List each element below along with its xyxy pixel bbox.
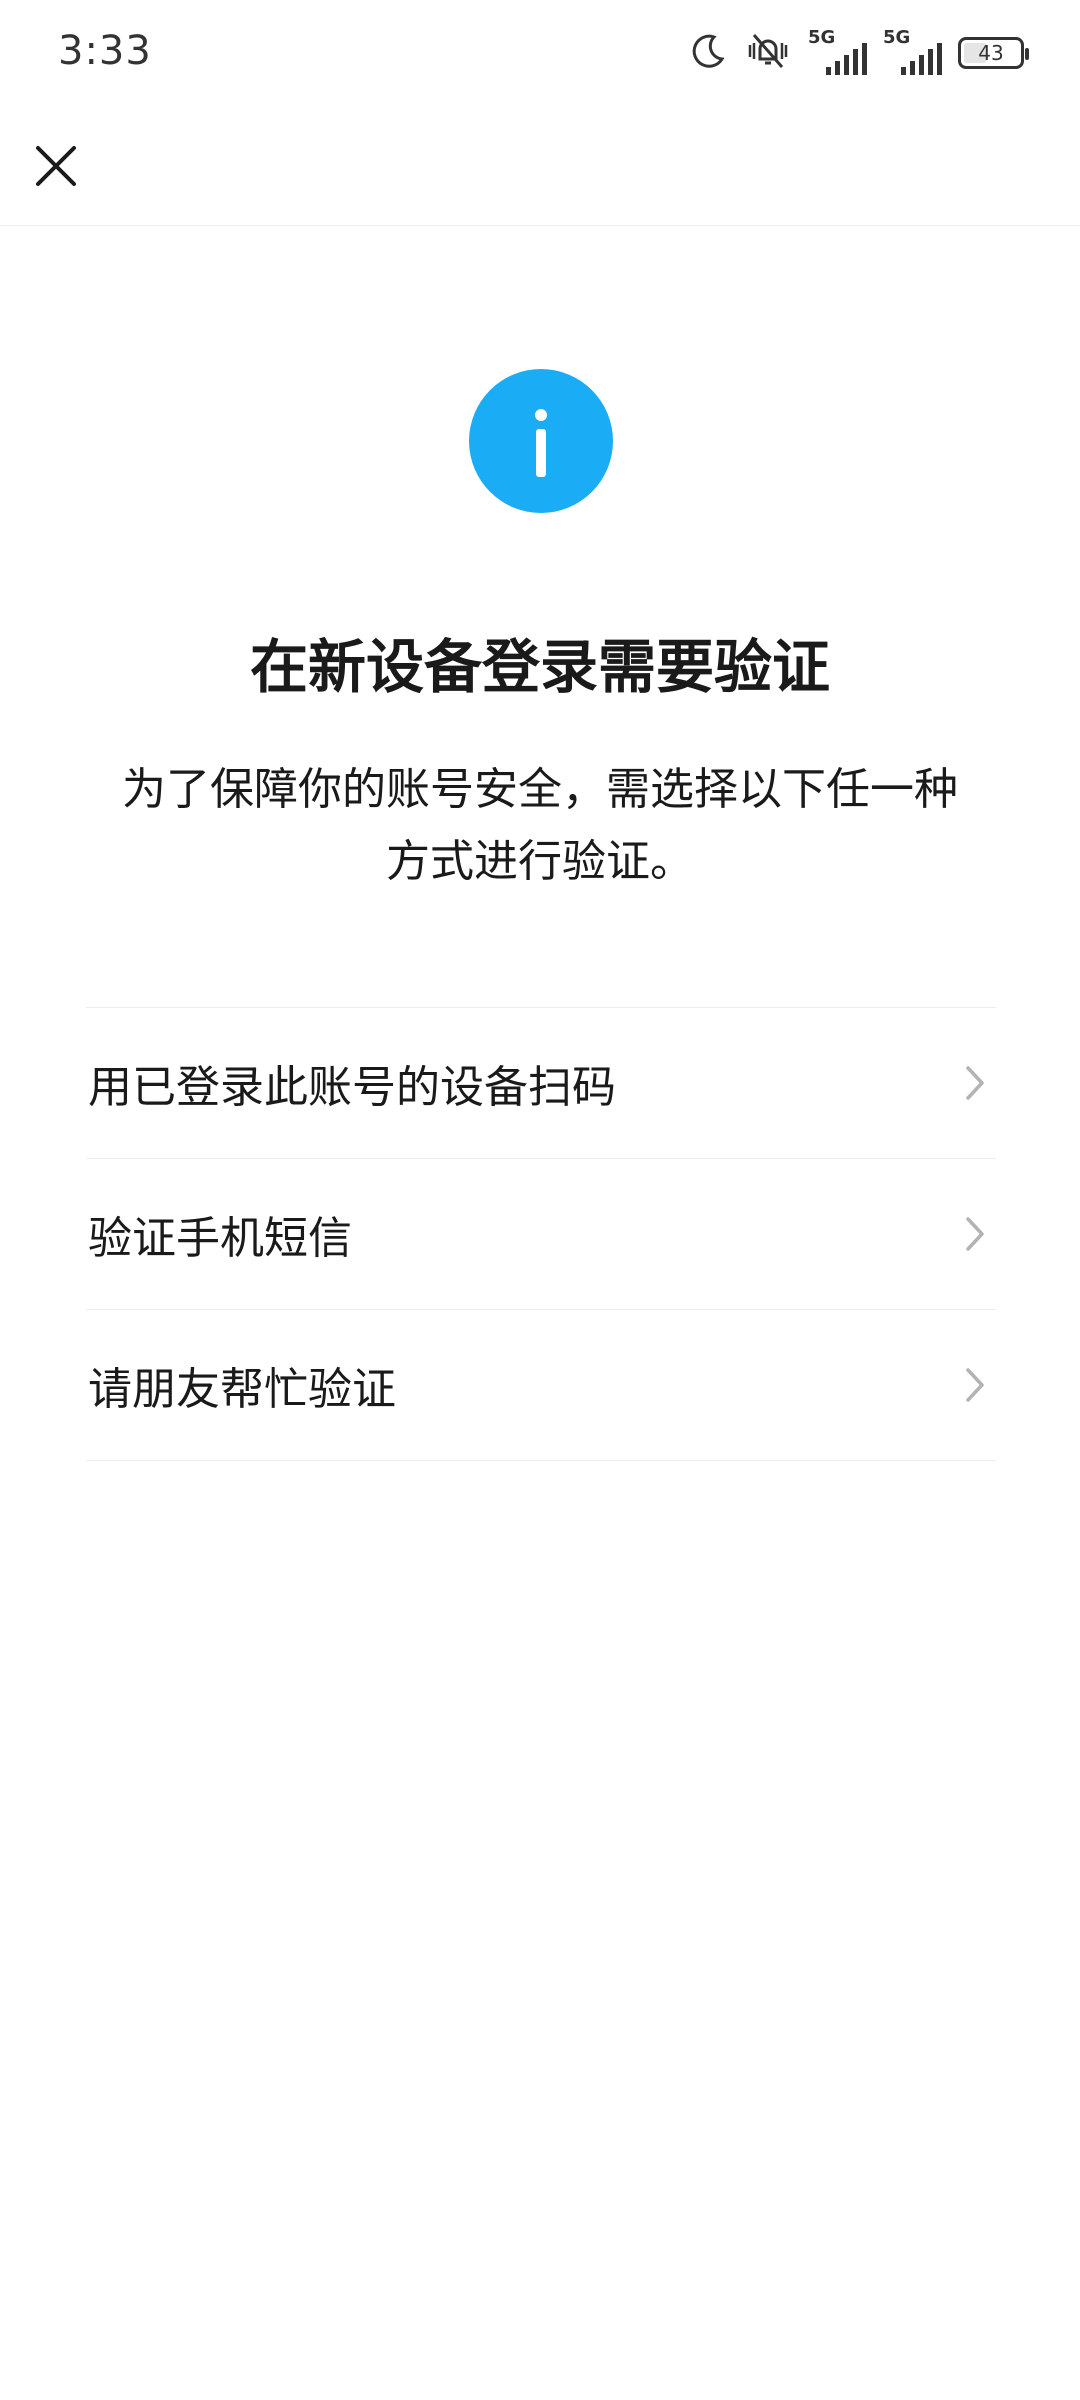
signal-sim1-icon: 5G: [808, 27, 867, 75]
option-label: 请朋友帮忙验证: [88, 1364, 396, 1415]
description-line-2: 方式进行验证。: [386, 836, 694, 887]
moon-icon: [688, 31, 728, 75]
status-time: 3:33: [58, 28, 152, 74]
option-friend-verification[interactable]: 请朋友帮忙验证: [86, 1310, 996, 1461]
option-label: 用已登录此账号的设备扫码: [88, 1062, 616, 1113]
status-icons: 5G 5G 43: [688, 27, 1029, 78]
page-description: 为了保障你的账号安全，需选择以下任一种 方式进行验证。: [90, 754, 990, 898]
close-button[interactable]: [22, 132, 90, 200]
page-title: 在新设备登录需要验证: [249, 633, 830, 701]
option-verify-sms[interactable]: 验证手机短信: [86, 1159, 996, 1310]
battery-icon: 43: [958, 37, 1029, 69]
verification-options-list: 用已登录此账号的设备扫码 验证手机短信 请朋友帮忙验证: [86, 1007, 996, 1461]
status-bar: 3:33 5G 5G 43: [0, 0, 1080, 110]
top-nav-bar: [0, 110, 1080, 226]
chevron-right-icon: [966, 1368, 984, 1402]
info-icon: [469, 369, 613, 513]
description-line-1: 为了保障你的账号安全，需选择以下任一种: [122, 764, 958, 815]
close-icon: [36, 146, 76, 186]
chevron-right-icon: [966, 1217, 984, 1251]
chevron-right-icon: [966, 1066, 984, 1100]
option-scan-qr-with-logged-in-device[interactable]: 用已登录此账号的设备扫码: [86, 1008, 996, 1159]
silent-vibrate-icon: [744, 31, 792, 75]
option-label: 验证手机短信: [88, 1213, 352, 1264]
info-glyph: [535, 409, 547, 477]
battery-level: 43: [978, 41, 1004, 65]
signal-sim2-icon: 5G: [883, 27, 942, 75]
